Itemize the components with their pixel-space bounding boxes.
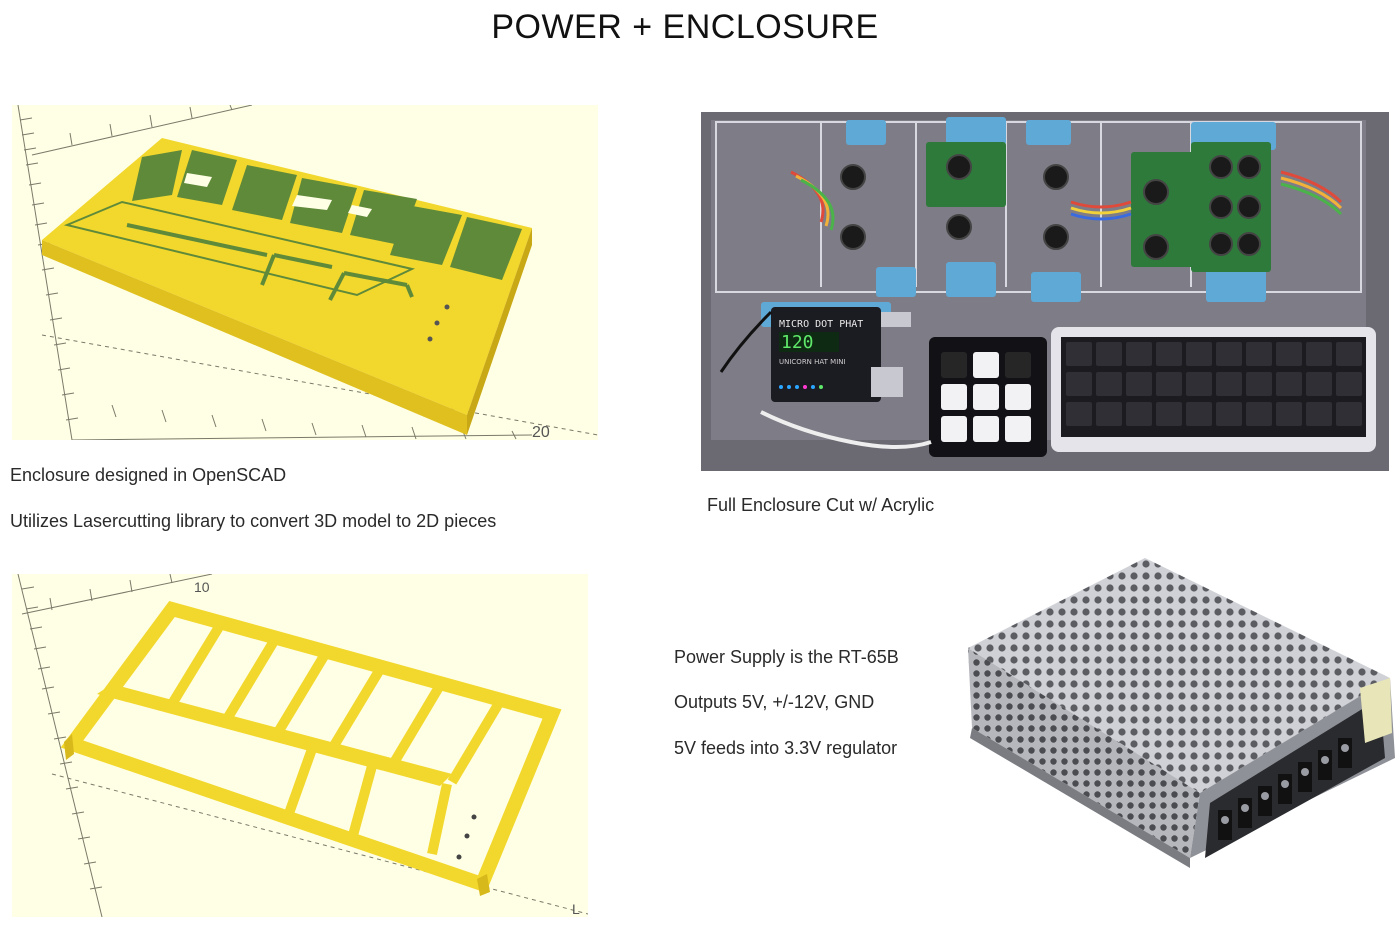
svg-text:L: L (572, 901, 580, 917)
display-header: MICRO DOT PHAT (779, 319, 863, 330)
display-value: 120 (781, 332, 814, 353)
enclosure-caption-2: Utilizes Lasercutting library to convert… (10, 511, 497, 531)
page-title: POWER + ENCLOSURE (491, 8, 879, 46)
enclosure-3d-render: 20 (12, 105, 598, 440)
board-label: UNICORN HAT MINI (779, 358, 846, 366)
lasercut-2d-render: 10 L (12, 574, 588, 917)
axis-label-20: 20 (532, 424, 550, 440)
power-supply-photo (960, 558, 1397, 894)
acrylic-caption: Full Enclosure Cut w/ Acrylic (707, 495, 935, 515)
acrylic-enclosure-photo: MICRO DOT PHAT 120 UNICORN HAT MINI (701, 112, 1389, 471)
power-supply-line-2: Outputs 5V, +/-12V, GND (674, 692, 875, 712)
power-supply-line-1: Power Supply is the RT-65B (674, 647, 899, 667)
enclosure-caption-1: Enclosure designed in OpenSCAD (10, 465, 287, 485)
power-supply-line-3: 5V feeds into 3.3V regulator (674, 738, 898, 758)
axis-label-10: 10 (194, 579, 210, 595)
